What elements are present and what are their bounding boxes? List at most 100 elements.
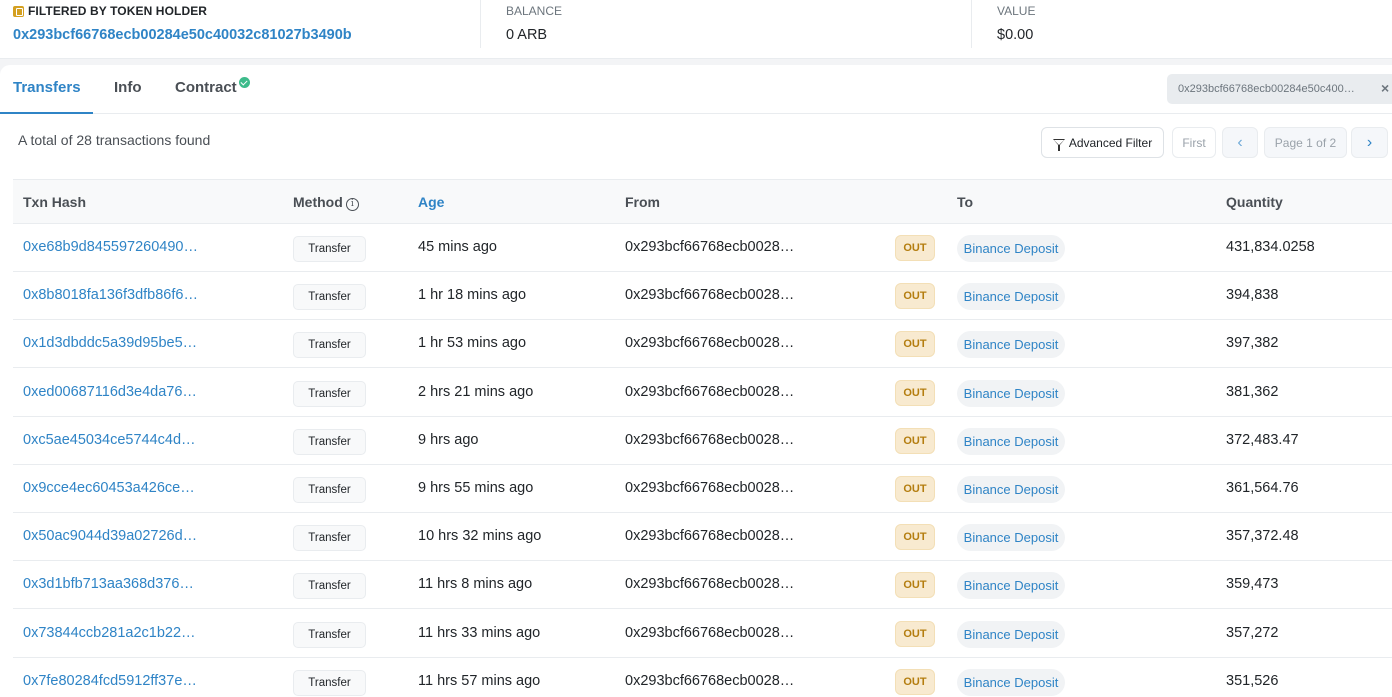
- direction-badge: OUT: [895, 283, 935, 310]
- direction-badge: OUT: [895, 379, 935, 406]
- tab-contract[interactable]: Contract: [175, 77, 250, 96]
- tab-transfers[interactable]: Transfers: [13, 79, 81, 96]
- from-address[interactable]: 0x293bcf66768ecb0028…: [625, 432, 794, 448]
- header-age[interactable]: Age: [418, 194, 444, 210]
- direction-badge: OUT: [895, 668, 935, 695]
- to-address-link[interactable]: Binance Deposit: [957, 331, 1065, 359]
- close-icon[interactable]: ×: [1381, 80, 1389, 96]
- quantity-value: 357,372.48: [1226, 528, 1299, 545]
- from-address[interactable]: 0x293bcf66768ecb0028…: [625, 673, 794, 689]
- tab-info[interactable]: Info: [114, 79, 142, 96]
- txn-hash-link[interactable]: 0xed00687116d3e4da76…: [23, 384, 197, 400]
- table-row: 0x73844ccb281a2c1b22… Transfer 11 hrs 33 m…: [13, 610, 1392, 658]
- age-text: 9 hrs 55 mins ago: [418, 480, 534, 496]
- balance-label: BALANCE: [506, 4, 563, 18]
- table-row: 0xe68b9d845597260490… Transfer 45 mins ago…: [13, 224, 1392, 272]
- from-address[interactable]: 0x293bcf66768ecb0028…: [625, 480, 794, 496]
- address-filter-chip: 0x293bcf66768ecb00284e50c400… ×: [1167, 74, 1392, 104]
- header-txn-hash: Txn Hash: [23, 194, 87, 210]
- method-badge: Transfer: [293, 621, 366, 648]
- total-transactions-text: A total of 28 transactions found: [18, 132, 211, 148]
- direction-badge: OUT: [895, 331, 935, 358]
- chevron-left-icon: ‹: [1237, 133, 1243, 151]
- to-address-link[interactable]: Binance Deposit: [957, 283, 1065, 311]
- age-text: 1 hr 18 mins ago: [418, 287, 527, 304]
- holder-label: FILTERED BY TOKEN HOLDER: [13, 4, 207, 18]
- chevron-right-icon: ›: [1366, 133, 1373, 151]
- verified-check-icon: [238, 77, 250, 88]
- holder-address-link[interactable]: 0x293bcf66768ecb00284e50c40032c81027b349…: [13, 27, 352, 43]
- age-text: 11 hrs 8 mins ago: [418, 576, 533, 593]
- table-row: 0x3d1bfb713aa368d376… Transfer 11 hrs 8 mi…: [13, 561, 1392, 610]
- quantity-value: 431,834.0258: [1226, 239, 1315, 255]
- to-address-link[interactable]: Binance Deposit: [957, 668, 1065, 696]
- value-value: $0.00: [997, 27, 1034, 43]
- header-method-label: Method: [293, 194, 343, 210]
- method-badge: Transfer: [293, 428, 366, 455]
- txn-hash-link[interactable]: 0x1d3dbddc5a39d95be5…: [23, 335, 197, 351]
- txn-hash-link[interactable]: 0x8b8018fa136f3dfb86f6…: [23, 287, 198, 303]
- table-row: 0x7fe80284fcd5912ff37e… Transfer 11 hrs 57…: [13, 658, 1392, 697]
- method-badge: Transfer: [293, 380, 366, 407]
- tab-bar: Transfers Info Contract 0x293bcf66768ecb…: [0, 65, 1392, 114]
- to-address-link[interactable]: Binance Deposit: [957, 476, 1065, 503]
- quantity-value: 361,564.76: [1226, 480, 1299, 496]
- prev-page-button[interactable]: ‹: [1222, 127, 1258, 158]
- transfers-card: Transfers Info Contract 0x293bcf66768ecb…: [0, 65, 1392, 697]
- quantity-value: 381,362: [1226, 383, 1279, 400]
- from-address[interactable]: 0x293bcf66768ecb0028…: [625, 287, 794, 303]
- age-text: 10 hrs 32 mins ago: [418, 528, 542, 545]
- txn-hash-link[interactable]: 0xc5ae45034ce5744c4d…: [23, 432, 196, 448]
- direction-badge: OUT: [895, 235, 935, 261]
- from-address[interactable]: 0x293bcf66768ecb0028…: [625, 625, 794, 641]
- age-text: 45 mins ago: [418, 239, 497, 255]
- quantity-value: 351,526: [1226, 672, 1279, 689]
- tab-contract-label: Contract: [175, 79, 237, 96]
- table-row: 0xed00687116d3e4da76… Transfer 2 hrs 21 mi…: [13, 369, 1392, 417]
- to-address-link[interactable]: Binance Deposit: [957, 524, 1065, 552]
- txn-hash-link[interactable]: 0x73844ccb281a2c1b22…: [23, 625, 196, 641]
- to-address-link[interactable]: Binance Deposit: [957, 427, 1065, 455]
- page-indicator: Page 1 of 2: [1264, 127, 1347, 158]
- from-address[interactable]: 0x293bcf66768ecb0028…: [625, 576, 794, 592]
- to-address-link[interactable]: Binance Deposit: [957, 235, 1065, 262]
- method-badge: Transfer: [293, 525, 366, 552]
- txn-hash-link[interactable]: 0x7fe80284fcd5912ff37e…: [23, 673, 197, 689]
- txn-hash-link[interactable]: 0x9cce4ec60453a426ce…: [23, 480, 195, 496]
- direction-badge: OUT: [895, 427, 935, 454]
- header-from: From: [625, 194, 660, 210]
- txn-hash-link[interactable]: 0x50ac9044d39a02726d…: [23, 528, 197, 544]
- table-row: 0xc5ae45034ce5744c4d… Transfer 9 hrs ago 0x…: [13, 417, 1392, 465]
- info-icon[interactable]: i: [345, 198, 359, 211]
- balance-value: 0 ARB: [506, 27, 548, 43]
- active-tab-indicator: [0, 112, 93, 114]
- quantity-value: 372,483.47: [1226, 431, 1299, 448]
- method-badge: Transfer: [293, 236, 366, 262]
- to-address-link[interactable]: Binance Deposit: [957, 620, 1065, 648]
- from-address[interactable]: 0x293bcf66768ecb0028…: [625, 239, 794, 255]
- from-address[interactable]: 0x293bcf66768ecb0028…: [625, 528, 794, 544]
- first-page-button[interactable]: First: [1172, 127, 1216, 158]
- to-address-link[interactable]: Binance Deposit: [957, 572, 1065, 600]
- badge-icon: [13, 5, 24, 17]
- quantity-value: 359,473: [1226, 576, 1279, 593]
- header-to: To: [957, 194, 974, 210]
- method-badge: Transfer: [293, 284, 366, 311]
- direction-badge: OUT: [895, 524, 935, 551]
- filter-icon: [1052, 139, 1065, 151]
- direction-badge: OUT: [895, 620, 935, 647]
- age-text: 2 hrs 21 mins ago: [418, 383, 534, 400]
- advanced-filter-button[interactable]: Advanced Filter: [1041, 127, 1164, 158]
- balance-column: BALANCE 0 ARB: [480, 0, 950, 48]
- next-page-button[interactable]: ›: [1351, 127, 1388, 158]
- from-address[interactable]: 0x293bcf66768ecb0028…: [625, 335, 794, 351]
- to-address-link[interactable]: Binance Deposit: [957, 379, 1065, 407]
- table-header: Txn Hash Method i Age From To Quantity: [13, 179, 1392, 224]
- txn-hash-link[interactable]: 0xe68b9d845597260490…: [23, 239, 198, 255]
- txn-hash-link[interactable]: 0x3d1bfb713aa368d376…: [23, 576, 194, 592]
- from-address[interactable]: 0x293bcf66768ecb0028…: [625, 384, 794, 400]
- age-text: 9 hrs ago: [418, 431, 479, 448]
- holder-label-text: FILTERED BY TOKEN HOLDER: [28, 4, 208, 18]
- method-badge: Transfer: [293, 332, 366, 359]
- age-text: 11 hrs 33 mins ago: [418, 624, 541, 641]
